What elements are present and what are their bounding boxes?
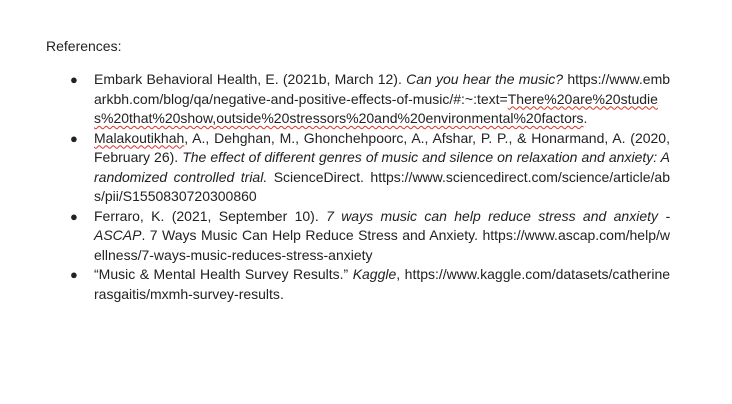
reference-item-kaggle[interactable]: ● “Music & Mental Health Survey Results.”… [0, 265, 670, 304]
references-heading: References: [46, 38, 122, 54]
reference-list: ● Embark Behavioral Health, E. (2021b, Ma… [0, 70, 732, 304]
reference-item-malakoutikhah[interactable]: ● Malakoutikhah, A., Dehghan, M., Ghonche… [0, 129, 670, 207]
reference-source: Kaggle [352, 266, 397, 282]
reference-end-punct: . [583, 110, 588, 126]
bullet-icon: ● [70, 267, 78, 282]
reference-title: Can you hear the music? [406, 71, 564, 87]
reference-item-ferraro[interactable]: ● Ferraro, K. (2021, September 10). 7 way… [0, 207, 670, 266]
spellcheck-flagged-author[interactable]: Malakoutikhah [94, 130, 184, 146]
reference-author-date: Ferraro, K. (2021, September 10). [94, 207, 327, 224]
reference-title: “Music & Mental Health Survey Results.” [94, 266, 353, 282]
bullet-icon: ● [70, 130, 78, 146]
bullet-icon: ● [70, 208, 78, 224]
reference-subtitle: . 7 Ways Music Can Help Reduce Stress an… [141, 227, 483, 243]
reference-author-date: Embark Behavioral Health, E. (2021b, Mar… [94, 71, 407, 87]
reference-item-embark[interactable]: ● Embark Behavioral Health, E. (2021b, Ma… [0, 70, 670, 129]
bullet-icon: ● [70, 72, 78, 87]
reference-publisher: ScienceDirect. [267, 168, 371, 185]
reference-spacer: , [396, 266, 405, 282]
reference-end-punct: . [279, 285, 284, 302]
document-page[interactable]: References: ● Embark Behavioral Health, E… [0, 0, 732, 404]
